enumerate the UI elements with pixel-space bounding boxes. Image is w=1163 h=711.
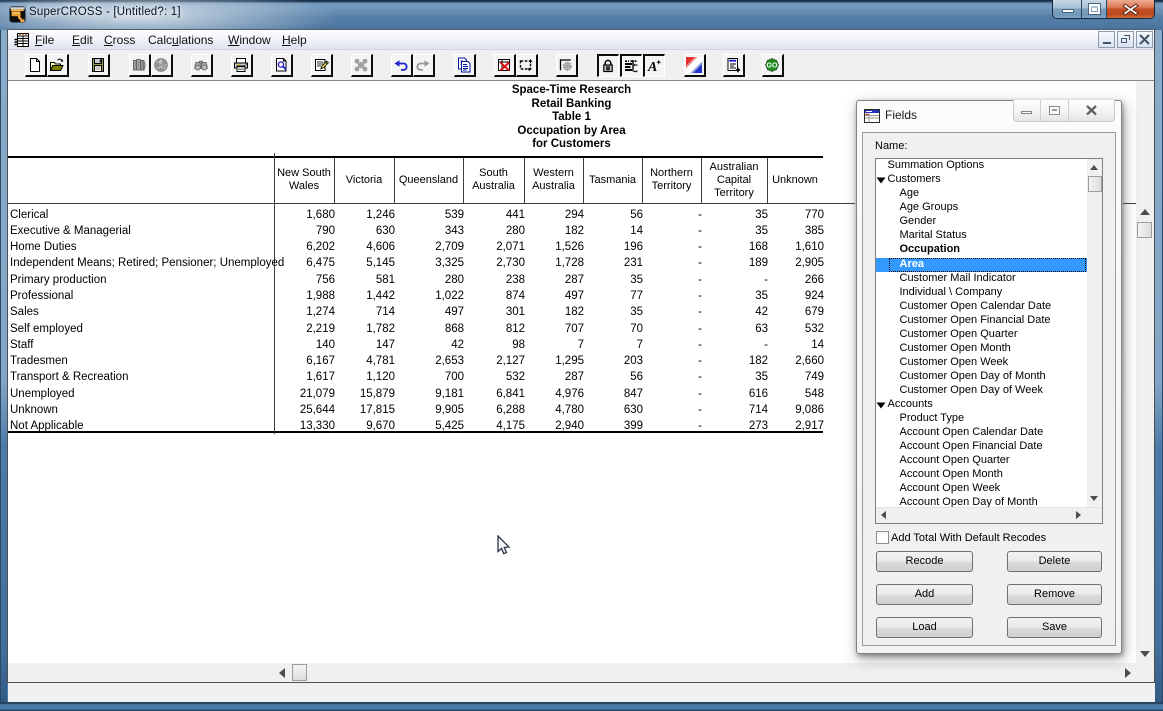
svg-text:GO: GO xyxy=(767,63,778,70)
svg-text:A: A xyxy=(647,60,657,74)
